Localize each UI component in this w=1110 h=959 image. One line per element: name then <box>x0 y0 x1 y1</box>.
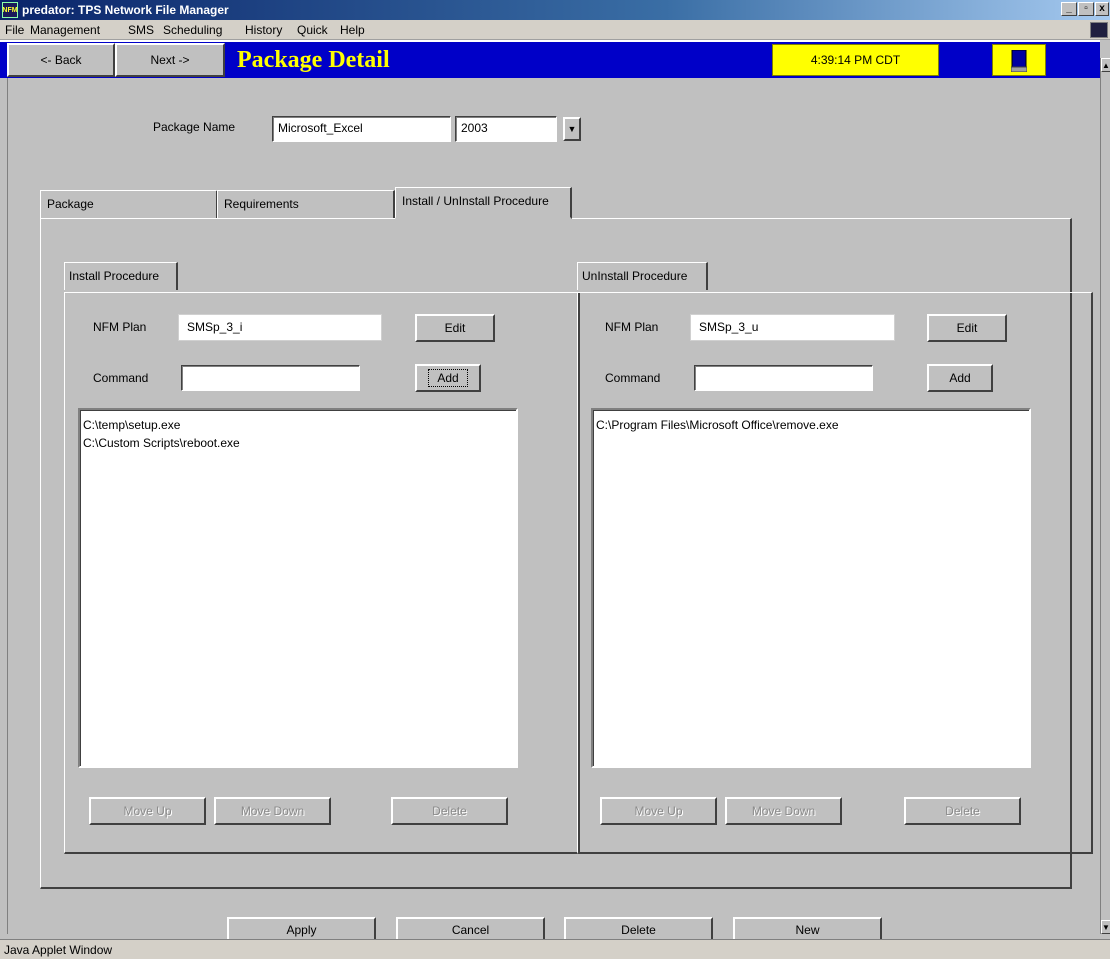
package-version-field[interactable]: 2003 <box>455 116 557 142</box>
install-command-input[interactable] <box>181 365 360 391</box>
menu-help[interactable]: Help <box>340 23 365 37</box>
package-name-label: Package Name <box>153 120 236 134</box>
uninstall-move-down-button[interactable]: Move Down <box>725 797 842 825</box>
minimize-button[interactable]: _ <box>1061 2 1077 16</box>
app-icon-label: NFM <box>2 6 18 14</box>
install-delete-button[interactable]: Delete <box>391 797 508 825</box>
header-band: <- Back Next -> Package Detail 4:39:14 P… <box>0 40 1100 78</box>
install-add-button[interactable]: Add <box>415 364 481 392</box>
list-item[interactable]: C:\temp\setup.exe <box>83 416 513 434</box>
window-title: predator: TPS Network File Manager <box>22 3 229 17</box>
install-move-up-button[interactable]: Move Up <box>89 797 206 825</box>
menu-bar: File Management SMS Scheduling History Q… <box>0 20 1110 40</box>
menu-file[interactable]: File <box>5 23 24 37</box>
clock-display: 4:39:14 PM CDT <box>772 44 939 76</box>
uninstall-command-list[interactable]: C:\Program Files\Microsoft Office\remove… <box>591 408 1031 768</box>
app-icon: NFM <box>2 2 18 18</box>
install-procedure-tab[interactable]: Install Procedure <box>64 262 178 290</box>
uninstall-delete-button[interactable]: Delete <box>904 797 1021 825</box>
uninstall-plan-label: NFM Plan <box>605 320 659 334</box>
vertical-scrollbar[interactable]: ▲ ▼ <box>1100 58 1110 934</box>
back-button[interactable]: <- Back <box>7 43 115 77</box>
install-plan-field[interactable]: SMSp_3_i <box>178 314 382 341</box>
version-dropdown-arrow-icon[interactable]: ▼ <box>563 117 581 141</box>
status-bar: Java Applet Window <box>0 939 1110 959</box>
uninstall-add-button[interactable]: Add <box>927 364 993 392</box>
install-plan-label: NFM Plan <box>93 320 147 334</box>
install-command-list[interactable]: C:\temp\setup.exe C:\Custom Scripts\rebo… <box>78 408 518 768</box>
uninstall-edit-button[interactable]: Edit <box>927 314 1007 342</box>
new-button[interactable]: New <box>733 917 882 939</box>
menu-quick[interactable]: Quick <box>297 23 328 37</box>
install-edit-button[interactable]: Edit <box>415 314 495 342</box>
cancel-button[interactable]: Cancel <box>396 917 545 939</box>
list-item[interactable]: C:\Custom Scripts\reboot.exe <box>83 434 513 452</box>
menu-management[interactable]: Management <box>30 23 100 37</box>
install-move-down-button[interactable]: Move Down <box>214 797 331 825</box>
tab-install-uninstall[interactable]: Install / UnInstall Procedure <box>395 187 572 219</box>
next-button[interactable]: Next -> <box>115 43 225 77</box>
window-title-bar[interactable]: NFM predator: TPS Network File Manager _… <box>0 0 1110 20</box>
scroll-down-arrow-icon[interactable]: ▼ <box>1101 920 1110 934</box>
windows-flag-icon <box>1090 22 1108 38</box>
device-status-icon <box>1011 50 1027 72</box>
apply-button[interactable]: Apply <box>227 917 376 939</box>
uninstall-move-up-button[interactable]: Move Up <box>600 797 717 825</box>
menu-scheduling[interactable]: Scheduling <box>163 23 222 37</box>
uninstall-procedure-tab[interactable]: UnInstall Procedure <box>577 262 708 290</box>
uninstall-command-label: Command <box>605 371 661 385</box>
maximize-button[interactable]: ▫ <box>1078 2 1094 16</box>
menu-sms[interactable]: SMS <box>128 23 154 37</box>
uninstall-command-input[interactable] <box>694 365 873 391</box>
uninstall-plan-field[interactable]: SMSp_3_u <box>690 314 895 341</box>
close-button[interactable]: x <box>1095 2 1109 16</box>
tab-requirements[interactable]: Requirements <box>217 190 395 218</box>
scroll-up-arrow-icon[interactable]: ▲ <box>1101 58 1110 72</box>
delete-button[interactable]: Delete <box>564 917 713 939</box>
menu-history[interactable]: History <box>245 23 282 37</box>
package-name-field[interactable]: Microsoft_Excel <box>272 116 451 142</box>
tab-package[interactable]: Package <box>40 190 218 218</box>
status-indicator[interactable] <box>992 44 1046 76</box>
page-title: Package Detail <box>237 47 390 73</box>
install-add-label: Add <box>428 369 468 387</box>
list-item[interactable]: C:\Program Files\Microsoft Office\remove… <box>596 416 1026 434</box>
install-command-label: Command <box>93 371 149 385</box>
